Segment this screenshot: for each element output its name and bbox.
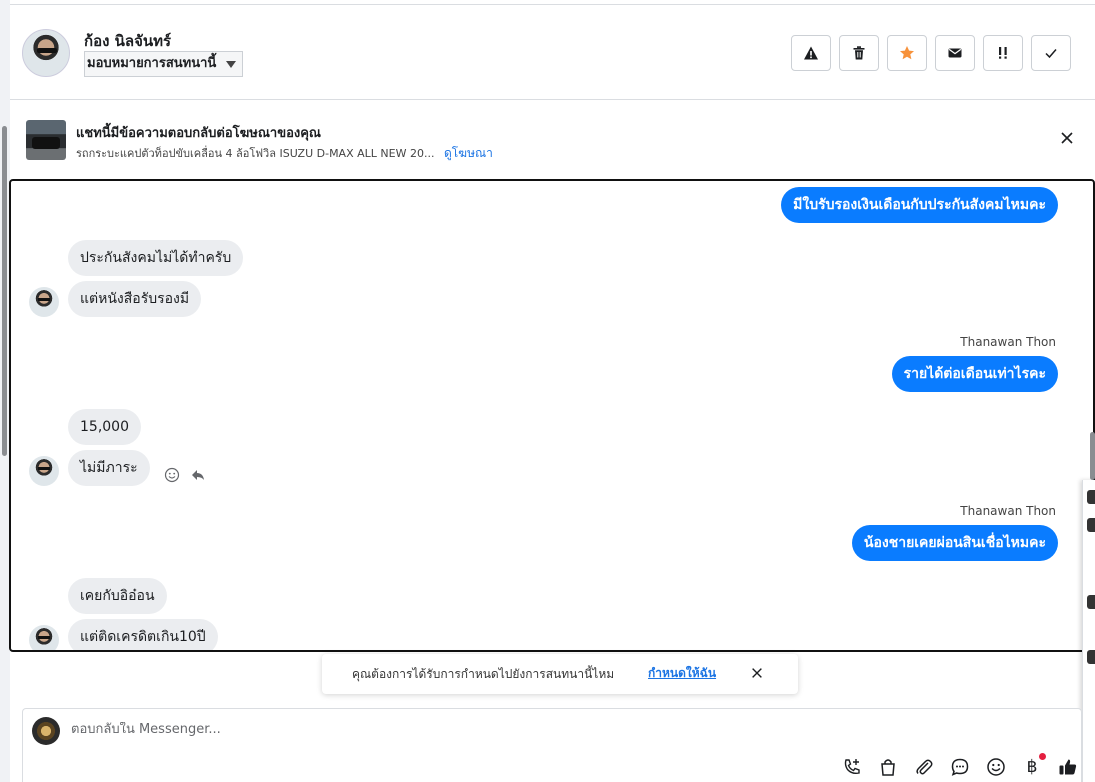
reply-icon[interactable] bbox=[190, 467, 206, 483]
assign-label: มอบหมายการสนทนานี้ bbox=[87, 56, 217, 71]
conversation-avatar[interactable] bbox=[1087, 518, 1095, 532]
conversation-actions bbox=[791, 35, 1071, 71]
right-scrollbar-thumb[interactable] bbox=[1090, 432, 1095, 480]
message-thread[interactable]: มีใบรับรองเงินเดือนกับประกันสังคมไหมคะ ป… bbox=[9, 179, 1095, 652]
messenger-inbox: ก้อง นิลจันทร์ มอบหมายการสนทนานี้ แชทนี้… bbox=[0, 0, 1095, 782]
assign-suggestion-toast: คุณต้องการได้รับการกำหนดไปยังการสนทนานี้… bbox=[322, 654, 798, 694]
chat-bubble-icon bbox=[951, 758, 969, 776]
incoming-message[interactable]: ไม่มีภาระ bbox=[68, 450, 150, 486]
incoming-message[interactable]: แต่หนังสือรับรองมี bbox=[68, 281, 202, 317]
star-button[interactable] bbox=[887, 35, 927, 71]
outgoing-message[interactable]: รายได้ต่อเดือนเท่าไรคะ bbox=[891, 356, 1058, 392]
outgoing-message[interactable]: น้องชายเคยผ่อนสินเชื่อไหมคะ bbox=[851, 525, 1058, 561]
caret-down-icon bbox=[226, 61, 237, 68]
follow-up-icon bbox=[999, 47, 1007, 59]
mark-unread-button[interactable] bbox=[935, 35, 975, 71]
outgoing-message[interactable]: มีใบรับรองเงินเดือนกับประกันสังคมไหมคะ bbox=[781, 187, 1058, 223]
mail-icon bbox=[948, 48, 962, 58]
close-icon[interactable] bbox=[1059, 130, 1075, 146]
trash-icon bbox=[853, 46, 865, 60]
saved-replies-button[interactable] bbox=[949, 756, 971, 778]
reply-input[interactable] bbox=[71, 722, 971, 737]
contact-avatar-small bbox=[29, 287, 59, 317]
emoji-react-icon[interactable] bbox=[164, 467, 180, 483]
warning-icon bbox=[804, 46, 818, 60]
conversation-avatar[interactable] bbox=[1087, 650, 1095, 664]
contact-avatar-small bbox=[29, 625, 59, 650]
view-ad-link[interactable]: ดูโฆษณา bbox=[444, 146, 493, 160]
incoming-message[interactable]: แต่ติดเครดิตเกิน10ปี bbox=[68, 619, 218, 650]
follow-up-button[interactable] bbox=[983, 35, 1023, 71]
message-composer: ฿ bbox=[22, 708, 1082, 782]
like-button[interactable] bbox=[1057, 756, 1079, 778]
attach-button[interactable] bbox=[913, 756, 935, 778]
contact-avatar[interactable] bbox=[22, 29, 70, 77]
thumbs-up-icon bbox=[1059, 759, 1077, 775]
incoming-message[interactable]: ประกันสังคมไม่ได้ทำครับ bbox=[68, 240, 244, 276]
paperclip-icon bbox=[916, 759, 933, 775]
baht-icon: ฿ bbox=[1026, 757, 1038, 777]
ad-thumbnail[interactable] bbox=[26, 120, 66, 160]
left-scrollbar-thumb[interactable] bbox=[2, 126, 7, 456]
emoji-button[interactable] bbox=[985, 756, 1007, 778]
emoji-icon bbox=[987, 758, 1005, 776]
incoming-message[interactable]: 15,000 bbox=[68, 409, 141, 445]
mark-done-button[interactable] bbox=[1031, 35, 1071, 71]
incoming-message[interactable]: เคยกับอิอ๋อน bbox=[68, 578, 167, 614]
ad-description: รถกระบะแคปตัวท็อปขับเคลื่อน 4 ล้อโฟวิล I… bbox=[76, 147, 435, 160]
delete-button[interactable] bbox=[839, 35, 879, 71]
ad-reply-banner: แชทนี้มีข้อความตอบกลับต่อโฆษณาของคุณ รถก… bbox=[10, 100, 1095, 178]
page-avatar bbox=[32, 717, 60, 745]
contact-avatar-small bbox=[29, 456, 59, 486]
contact-name[interactable]: ก้อง นิลจันทร์ bbox=[84, 29, 171, 53]
conversation-header: ก้อง นิลจันทร์ มอบหมายการสนทนานี้ bbox=[10, 4, 1095, 100]
conversation-avatar[interactable] bbox=[1087, 595, 1095, 609]
report-spam-button[interactable] bbox=[791, 35, 831, 71]
sender-name: Thanawan Thon bbox=[960, 335, 1056, 349]
shopping-bag-icon bbox=[881, 759, 895, 776]
payment-button[interactable]: ฿ bbox=[1021, 753, 1046, 778]
message-hover-tools bbox=[164, 467, 206, 483]
ad-banner-title: แชทนี้มีข้อความตอบกลับต่อโฆษณาของคุณ bbox=[76, 126, 321, 141]
sender-name: Thanawan Thon bbox=[960, 504, 1056, 518]
assign-to-me-link[interactable]: กำหนดให้ฉัน bbox=[648, 664, 716, 683]
call-button[interactable] bbox=[841, 756, 863, 778]
conversation-avatar[interactable] bbox=[1087, 490, 1095, 504]
check-icon bbox=[1045, 49, 1057, 59]
notification-dot bbox=[1039, 753, 1046, 760]
assign-dropdown[interactable]: มอบหมายการสนทนานี้ bbox=[84, 51, 244, 77]
close-icon[interactable] bbox=[750, 666, 764, 680]
assign-suggestion-text: คุณต้องการได้รับการกำหนดไปยังการสนทนานี้… bbox=[352, 667, 615, 681]
ad-banner-subtitle: รถกระบะแคปตัวท็อปขับเคลื่อน 4 ล้อโฟวิล I… bbox=[76, 144, 493, 163]
shop-button[interactable] bbox=[877, 756, 899, 778]
star-icon bbox=[900, 46, 914, 60]
composer-tools: ฿ bbox=[841, 753, 1079, 778]
phone-plus-icon bbox=[844, 759, 860, 775]
